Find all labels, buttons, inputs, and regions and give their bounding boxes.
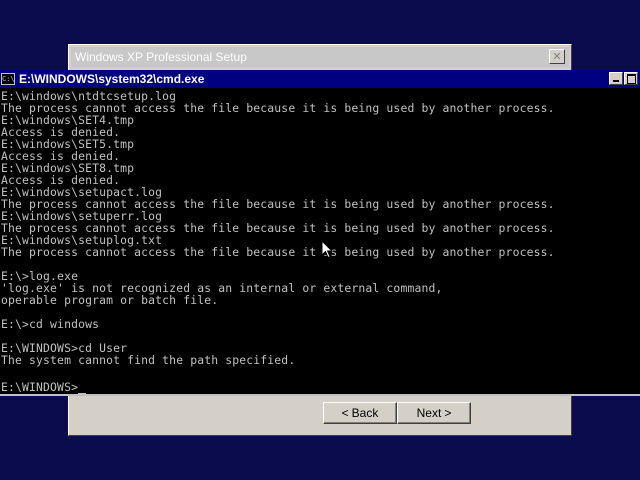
console-line: The system cannot find the path specifie… [1, 353, 296, 367]
back-button-label: Back [351, 406, 379, 420]
console-line: E:\>cd windows [1, 317, 100, 331]
minimize-icon[interactable] [609, 72, 623, 85]
back-button[interactable]: < Back [323, 402, 397, 424]
text-cursor [78, 393, 87, 394]
console-line: E:\WINDOWS> [1, 380, 79, 394]
setup-title: Windows XP Professional Setup [75, 50, 247, 64]
console-line: operable program or batch file. [1, 293, 219, 307]
cmd-icon[interactable]: C:\ [1, 73, 15, 85]
next-arrow-icon: > [444, 406, 452, 420]
maximize-icon[interactable] [624, 72, 638, 85]
console-output[interactable]: E:\windows\ntdtcsetup.log The process can… [0, 90, 640, 394]
cmd-titlebar[interactable]: C:\ E:\WINDOWS\system32\cmd.exe [0, 70, 640, 88]
cmd-title: E:\WINDOWS\system32\cmd.exe [19, 72, 205, 86]
next-button-label: Next [416, 406, 442, 420]
setup-titlebar: Windows XP Professional Setup ✕ [71, 47, 569, 67]
next-button[interactable]: Next > [397, 402, 471, 424]
close-icon[interactable]: ✕ [549, 49, 565, 64]
setup-footer: < Back Next > [69, 393, 571, 435]
cmd-window[interactable]: C:\ E:\WINDOWS\system32\cmd.exe E:\windo… [0, 70, 640, 396]
back-arrow-icon: < [341, 406, 349, 420]
mouse-pointer-icon [321, 240, 333, 259]
